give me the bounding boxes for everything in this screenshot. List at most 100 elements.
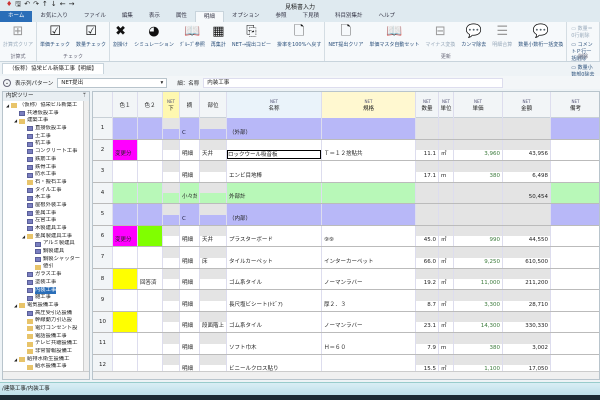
cell-qty[interactable]: 66.0 xyxy=(416,247,439,268)
cell-c1[interactable] xyxy=(113,333,138,354)
table-row[interactable]: 6 変更分 明細 天井 プラスターボード ⑨⑨ 45.0 ㎡ 990 44,550 xyxy=(93,225,599,247)
cell-unit[interactable] xyxy=(439,118,454,139)
cell-spec[interactable]: ノーマンラバー xyxy=(322,311,416,332)
cell-c2[interactable] xyxy=(138,204,163,225)
cell-price[interactable] xyxy=(454,204,503,225)
cell-nd[interactable] xyxy=(163,311,180,332)
tree-node[interactable]: タイル工事 xyxy=(3,187,89,195)
cell-c2[interactable] xyxy=(138,333,163,354)
cell-c1[interactable] xyxy=(113,204,138,225)
cell-bui[interactable] xyxy=(200,118,227,139)
tab-11[interactable]: ヘルプ xyxy=(371,11,404,22)
cell-tk[interactable]: C xyxy=(180,118,200,139)
cell-price[interactable]: 9,250 xyxy=(454,247,503,268)
table-row[interactable]: 2 変更分 明細 天井 ロックウール吸音板 Ｔ＝１２捨貼共 11.1 ㎡ 3,960 43,956 xyxy=(93,139,599,161)
cell-name[interactable]: タイルカーペット xyxy=(227,247,322,268)
column-header-spec[interactable]: NET 規格 xyxy=(322,92,416,118)
tree-node[interactable]: 高圧受引込設備 xyxy=(3,310,89,318)
cell-unit[interactable]: ㎡ xyxy=(439,247,454,268)
cell-note[interactable] xyxy=(551,312,599,333)
cell-spec[interactable] xyxy=(322,161,416,182)
cell-amt[interactable]: 6,498 xyxy=(503,161,551,182)
tree-node[interactable]: 屋根外装工事 xyxy=(3,202,89,210)
tab-3[interactable]: 編集 xyxy=(114,11,141,22)
cell-price[interactable]: 11,000 xyxy=(454,268,503,289)
row-number[interactable]: 3 xyxy=(93,161,113,182)
cell-nd[interactable] xyxy=(163,139,180,160)
cell-amt[interactable]: 211,200 xyxy=(503,268,551,289)
arrow-left-icon[interactable]: ← xyxy=(60,0,66,11)
cell-name[interactable]: エンビ目地棒 xyxy=(227,161,322,182)
cell-note[interactable] xyxy=(551,140,599,161)
cell-note[interactable] xyxy=(551,204,599,225)
cell-tk[interactable]: 明細 xyxy=(180,247,200,268)
row-number[interactable]: 2 xyxy=(93,139,113,160)
cell-note[interactable] xyxy=(551,269,599,290)
cell-unit[interactable]: m xyxy=(439,161,454,182)
redo-icon[interactable]: ↷ xyxy=(33,0,39,11)
column-header-tk[interactable]: 摘 xyxy=(180,92,200,118)
tab-7[interactable]: オプション xyxy=(224,11,268,22)
cell-tk[interactable]: 明細 xyxy=(180,268,200,289)
ribbon-button[interactable]: ☑ 単価チェック xyxy=(37,22,73,52)
column-header-unit[interactable]: NET 単位 xyxy=(439,92,454,118)
row-number[interactable]: 6 xyxy=(93,225,113,246)
cell-unit[interactable] xyxy=(439,182,454,203)
cell-bui[interactable] xyxy=(200,182,227,203)
cell-name[interactable]: ロックウール吸音板 xyxy=(227,139,322,160)
cell-unit[interactable]: ㎡ xyxy=(439,290,454,311)
cell-qty[interactable]: 7.9 xyxy=(416,333,439,354)
cell-amt[interactable]: 50,454 xyxy=(503,182,551,203)
tree-node[interactable]: 鉄骨工事 xyxy=(3,164,89,172)
cell-qty[interactable]: 17.1 xyxy=(416,161,439,182)
arrow-right-icon[interactable]: → xyxy=(69,0,75,11)
cell-note[interactable] xyxy=(551,118,599,139)
ribbon-button[interactable]: ✖ 割掛け xyxy=(110,22,131,52)
cell-nd[interactable] xyxy=(163,247,180,268)
tab-5[interactable]: 属性 xyxy=(168,11,195,22)
document-tab[interactable]: （仮称）協栄ビル新築工事【明細】 xyxy=(2,63,105,74)
column-header-bui[interactable]: 部位 xyxy=(200,92,227,118)
cell-name[interactable]: （内部） xyxy=(227,204,322,225)
tab-0[interactable]: ホーム xyxy=(0,11,33,22)
cell-amt[interactable]: 28,710 xyxy=(503,290,551,311)
cell-name[interactable]: プラスターボード xyxy=(227,225,322,246)
tree-node[interactable]: 鋼製建具 xyxy=(3,248,89,256)
table-row[interactable]: 9 明細 長尺塩ビシート(ﾄﾋﾞｱ) 厚２．３ 8.7 ㎡ 3,300 28,710 xyxy=(93,290,599,312)
tree-node[interactable]: テレビ共聴設備工 xyxy=(3,340,89,348)
column-header-c1[interactable]: 色１ xyxy=(113,92,138,118)
cell-qty[interactable]: 23.1 xyxy=(416,311,439,332)
cell-note[interactable] xyxy=(551,333,599,354)
tab-9[interactable]: 下見積 xyxy=(294,11,327,22)
cell-bui[interactable] xyxy=(200,290,227,311)
tab-4[interactable]: 表示 xyxy=(141,11,168,22)
cell-c1[interactable] xyxy=(113,247,138,268)
cell-spec[interactable] xyxy=(322,204,416,225)
tree-node[interactable]: 非常警報設備工 xyxy=(3,348,89,356)
cell-qty[interactable] xyxy=(416,182,439,203)
cell-tk[interactable]: 小々計 xyxy=(180,182,200,203)
cell-spec[interactable]: インターカーペット xyxy=(322,247,416,268)
cell-spec[interactable]: ノーマンラバー xyxy=(322,268,416,289)
cell-bui[interactable] xyxy=(200,268,227,289)
tree-node[interactable]: ◢ 電気設備工事 xyxy=(3,302,89,310)
cell-qty[interactable]: 19.2 xyxy=(416,268,439,289)
cell-name[interactable]: 外部計 xyxy=(227,182,322,203)
cell-price[interactable]: 3,960 xyxy=(454,139,503,160)
tree-node[interactable]: 鋼製シャッター xyxy=(3,256,89,264)
ribbon-button[interactable]: 🗋 NET提出クリア xyxy=(325,22,366,52)
cell-c2[interactable] xyxy=(138,139,163,160)
cell-spec[interactable]: Ｔ＝１２捨貼共 xyxy=(322,139,416,160)
pin-icon[interactable]: ᛘ xyxy=(83,92,86,101)
tree-node[interactable]: 値引 xyxy=(3,263,89,271)
cell-tk[interactable]: 明細 xyxy=(180,290,200,311)
cell-unit[interactable] xyxy=(439,204,454,225)
tree-node[interactable]: 土工事 xyxy=(3,133,89,141)
cell-tk[interactable]: 明細 xyxy=(180,161,200,182)
cell-c1[interactable] xyxy=(113,118,138,139)
column-header-note[interactable]: NET 備考 xyxy=(551,92,599,118)
tree-node[interactable]: 木工事 xyxy=(3,194,89,202)
cell-name[interactable]: ソフト巾木 xyxy=(227,333,322,354)
cell-spec[interactable]: 厚２．３ xyxy=(322,290,416,311)
tab-2[interactable]: ファイル xyxy=(76,11,114,22)
